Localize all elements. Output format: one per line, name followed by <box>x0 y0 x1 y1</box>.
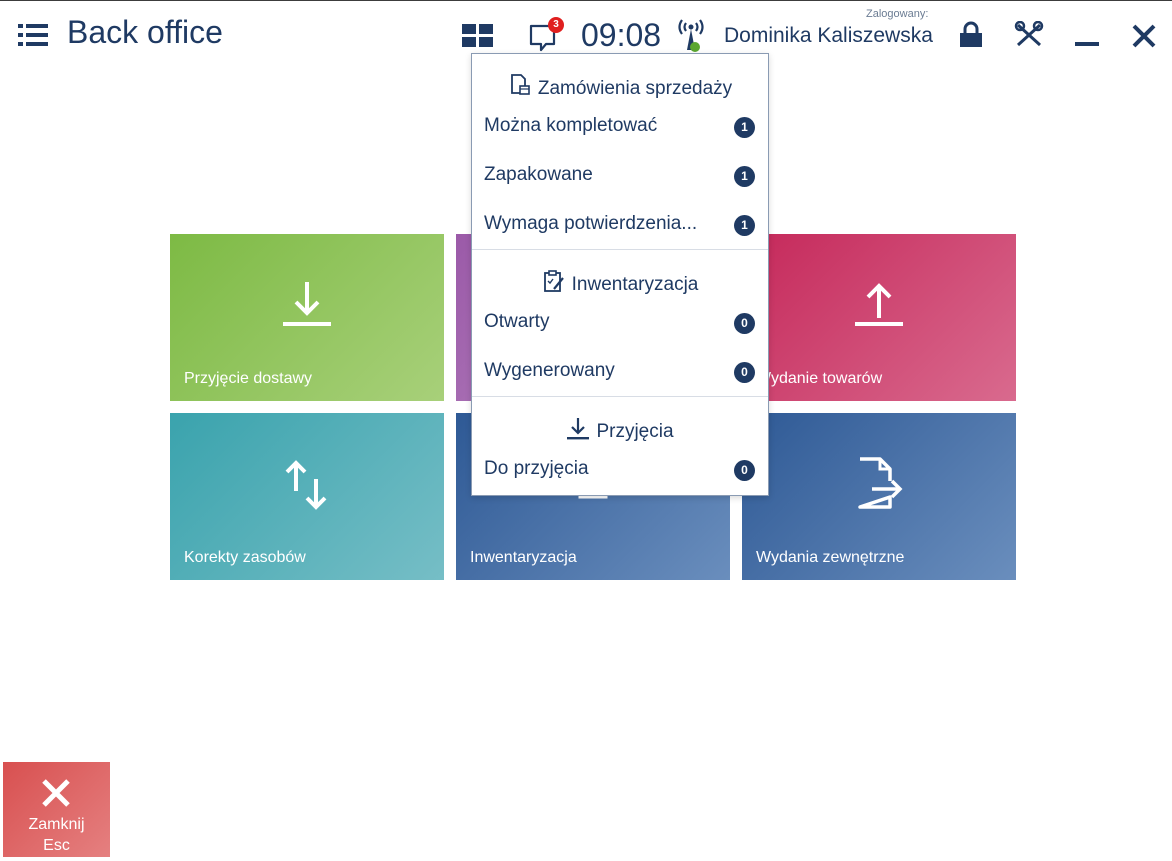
close-icon <box>42 779 70 807</box>
count-badge: 0 <box>734 460 755 481</box>
sales-orders-icon <box>510 74 530 95</box>
section-header-inventory: Inwentaryzacja <box>472 269 768 296</box>
tile-label: Wydania zewnętrzne <box>756 549 905 566</box>
section-header-sales-orders: Zamówienia sprzedaży <box>472 73 768 100</box>
count-badge: 1 <box>734 215 755 236</box>
count-badge: 0 <box>734 313 755 334</box>
clipboard-edit-icon <box>543 270 564 292</box>
dropdown-item-label: Do przyjęcia <box>484 458 589 479</box>
section-title: Przyjęcia <box>596 421 674 442</box>
dropdown-item-ready-to-pick[interactable]: Można kompletować 1 <box>472 107 768 147</box>
section-title: Zamówienia sprzedaży <box>537 78 733 99</box>
dropdown-item-to-receive[interactable]: Do przyjęcia 0 <box>472 450 768 490</box>
count-badge: 1 <box>734 117 755 138</box>
hamburger-menu-icon[interactable] <box>18 22 48 48</box>
dropdown-item-generated[interactable]: Wygenerowany 0 <box>472 352 768 392</box>
dropdown-item-label: Zapakowane <box>484 164 593 185</box>
tile-label: Przyjęcie dostawy <box>184 370 313 387</box>
download-icon <box>283 282 331 326</box>
minimize-icon[interactable] <box>1073 22 1101 50</box>
upload-icon <box>855 283 903 326</box>
dropdown-item-open[interactable]: Otwarty 0 <box>472 303 768 343</box>
app-title: Back office <box>67 14 223 50</box>
swap-arrows-icon <box>285 460 327 510</box>
notification-count-badge: 3 <box>548 17 564 33</box>
close-button-label: Zamknij Esc <box>3 814 110 856</box>
connection-status-dot <box>690 42 700 52</box>
tiles-view-icon[interactable] <box>462 24 494 48</box>
section-divider <box>472 249 768 250</box>
section-title: Inwentaryzacja <box>571 274 699 295</box>
dropdown-item-needs-confirmation[interactable]: Wymaga potwierdzenia... 1 <box>472 205 768 245</box>
dropdown-item-packed[interactable]: Zapakowane 1 <box>472 156 768 196</box>
close-label-line1: Zamknij <box>28 816 85 833</box>
tile-label: Inwentaryzacja <box>470 549 577 566</box>
close-label-line2: Esc <box>43 837 70 854</box>
close-window-icon[interactable] <box>1130 22 1158 50</box>
section-divider <box>472 396 768 397</box>
close-esc-button[interactable]: Zamknij Esc <box>3 762 110 857</box>
tile-label: Korekty zasobów <box>184 549 306 566</box>
tile-goods-issue[interactable]: Wydanie towarów <box>742 234 1016 401</box>
download-icon <box>567 418 590 440</box>
dropdown-item-label: Otwarty <box>484 311 550 332</box>
section-header-receipts: Przyjęcia <box>472 416 768 443</box>
tools-icon[interactable] <box>1014 21 1044 49</box>
dropdown-item-label: Wymaga potwierdzenia... <box>484 213 698 234</box>
document-export-icon <box>858 457 903 509</box>
logged-in-label: Zalogowany: <box>866 8 929 20</box>
tile-stock-corrections[interactable]: Korekty zasobów <box>170 413 444 580</box>
tile-delivery-receipt[interactable]: Przyjęcie dostawy <box>170 234 444 401</box>
clock: 09:08 <box>581 17 662 53</box>
lock-icon[interactable] <box>958 21 984 49</box>
count-badge: 1 <box>734 166 755 187</box>
user-name: Dominika Kaliszewska <box>724 24 933 47</box>
tile-external-issues[interactable]: Wydania zewnętrzne <box>742 413 1016 580</box>
notifications-dropdown: Zamówienia sprzedaży Można kompletować 1… <box>471 53 769 496</box>
dropdown-item-label: Wygenerowany <box>484 360 615 381</box>
count-badge: 0 <box>734 362 755 383</box>
tile-label: Wydanie towarów <box>756 370 883 387</box>
dropdown-item-label: Można kompletować <box>484 115 658 136</box>
